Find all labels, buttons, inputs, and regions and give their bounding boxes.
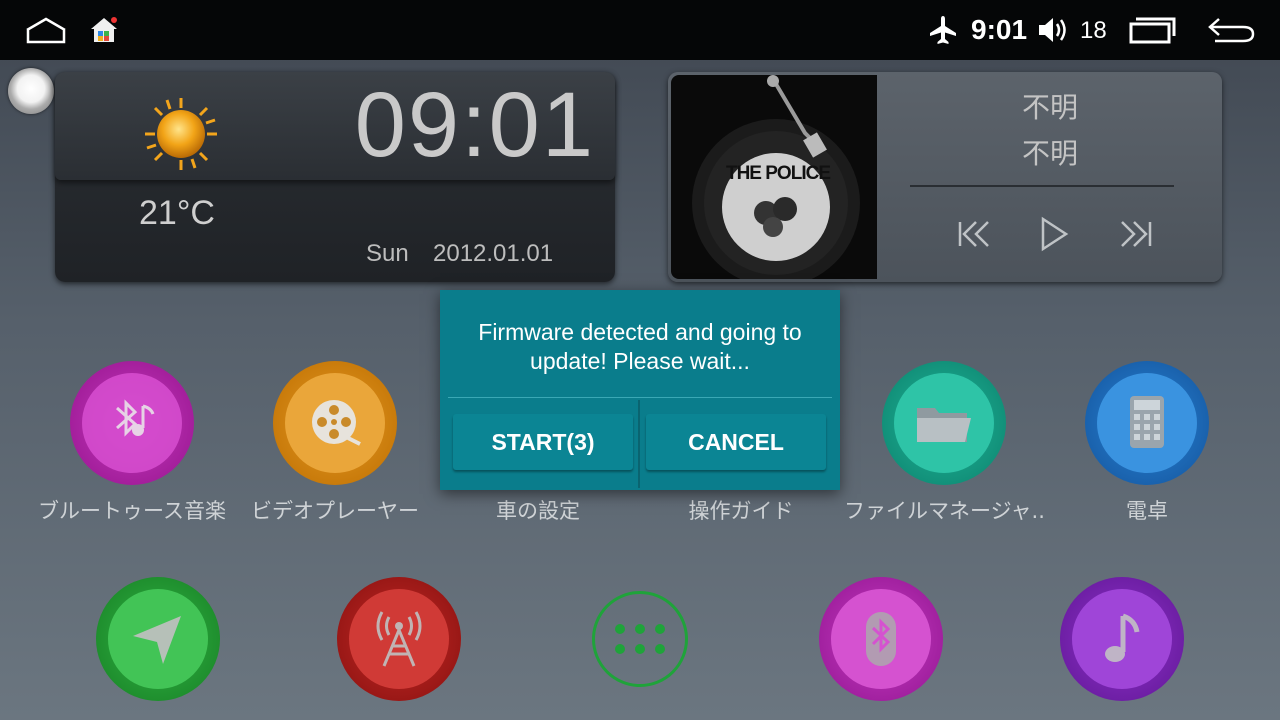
dialog-message-line2: update! Please wait... bbox=[530, 348, 750, 374]
app-video-player[interactable]: ビデオプレーヤー bbox=[235, 361, 435, 525]
app-store-icon[interactable] bbox=[88, 14, 120, 46]
clock-time: 09:01 bbox=[354, 73, 595, 176]
bluetooth-icon[interactable] bbox=[819, 577, 943, 701]
app-label: 電卓 bbox=[1126, 499, 1168, 523]
clock-top-panel: 09:01 bbox=[55, 72, 615, 180]
dialog-button-divider bbox=[638, 400, 640, 488]
calculator-icon[interactable] bbox=[1085, 361, 1209, 485]
dialog-divider bbox=[448, 397, 832, 398]
clock-weather-widget[interactable]: 09:01 21°C Sun 2012.01.01 bbox=[55, 72, 615, 282]
back-icon[interactable] bbox=[1204, 14, 1258, 46]
app-music[interactable] bbox=[1022, 577, 1222, 701]
app-drawer[interactable] bbox=[540, 577, 740, 687]
folder-icon[interactable] bbox=[882, 361, 1006, 485]
app-drawer-icon[interactable] bbox=[592, 591, 688, 687]
next-icon[interactable] bbox=[1114, 212, 1158, 256]
track-title: 不明 bbox=[1021, 91, 1078, 124]
bluetooth-music-icon[interactable] bbox=[70, 361, 194, 485]
app-label: ファイルマネージャ.. bbox=[844, 499, 1045, 523]
track-artist: 不明 bbox=[1021, 137, 1078, 170]
app-label: ブルートゥース音楽 bbox=[38, 499, 226, 523]
dialog-message: Firmware detected and going to update! P… bbox=[450, 318, 830, 376]
navigation-icon[interactable] bbox=[96, 577, 220, 701]
dialog-message-line1: Firmware detected and going to bbox=[478, 319, 802, 345]
app-label: ビデオプレーヤー bbox=[251, 499, 419, 523]
film-reel-icon[interactable] bbox=[273, 361, 397, 485]
album-art[interactable]: THE POLICE bbox=[671, 75, 877, 279]
recent-apps-icon[interactable] bbox=[1126, 14, 1178, 46]
temperature: 21°C bbox=[139, 194, 215, 232]
music-note-icon[interactable] bbox=[1060, 577, 1184, 701]
app-label: 操作ガイド bbox=[688, 499, 794, 523]
cancel-button[interactable]: CANCEL bbox=[646, 414, 826, 470]
app-file-manager[interactable]: ファイルマネージャ.. bbox=[844, 361, 1045, 525]
airplane-icon bbox=[925, 14, 961, 46]
app-bluetooth-music[interactable]: ブルートゥース音楽 bbox=[32, 361, 232, 525]
album-text: THE POLICE bbox=[725, 163, 831, 184]
status-bar: 9:01 18 bbox=[0, 0, 1280, 60]
home-outline-icon[interactable] bbox=[22, 14, 70, 46]
music-widget[interactable]: THE POLICE 不明 不明 bbox=[668, 72, 1222, 282]
play-icon[interactable] bbox=[1032, 212, 1076, 256]
sun-icon bbox=[143, 96, 219, 172]
previous-icon[interactable] bbox=[952, 212, 996, 256]
weekday: Sun bbox=[366, 240, 409, 267]
app-radio[interactable] bbox=[299, 577, 499, 701]
volume-icon[interactable] bbox=[1036, 14, 1072, 46]
start-button[interactable]: START(3) bbox=[453, 414, 633, 470]
radio-tower-icon[interactable] bbox=[337, 577, 461, 701]
music-divider bbox=[910, 185, 1174, 187]
floating-assist-button[interactable] bbox=[8, 68, 54, 114]
app-navigation[interactable] bbox=[58, 577, 258, 701]
date: 2012.01.01 bbox=[433, 240, 554, 267]
app-label: 車の設定 bbox=[496, 499, 580, 523]
firmware-update-dialog: Firmware detected and going to update! P… bbox=[440, 290, 840, 490]
app-bluetooth[interactable] bbox=[781, 577, 981, 701]
volume-level: 18 bbox=[1080, 17, 1107, 44]
status-time: 9:01 bbox=[971, 14, 1028, 45]
app-calculator[interactable]: 電卓 bbox=[1047, 361, 1247, 525]
